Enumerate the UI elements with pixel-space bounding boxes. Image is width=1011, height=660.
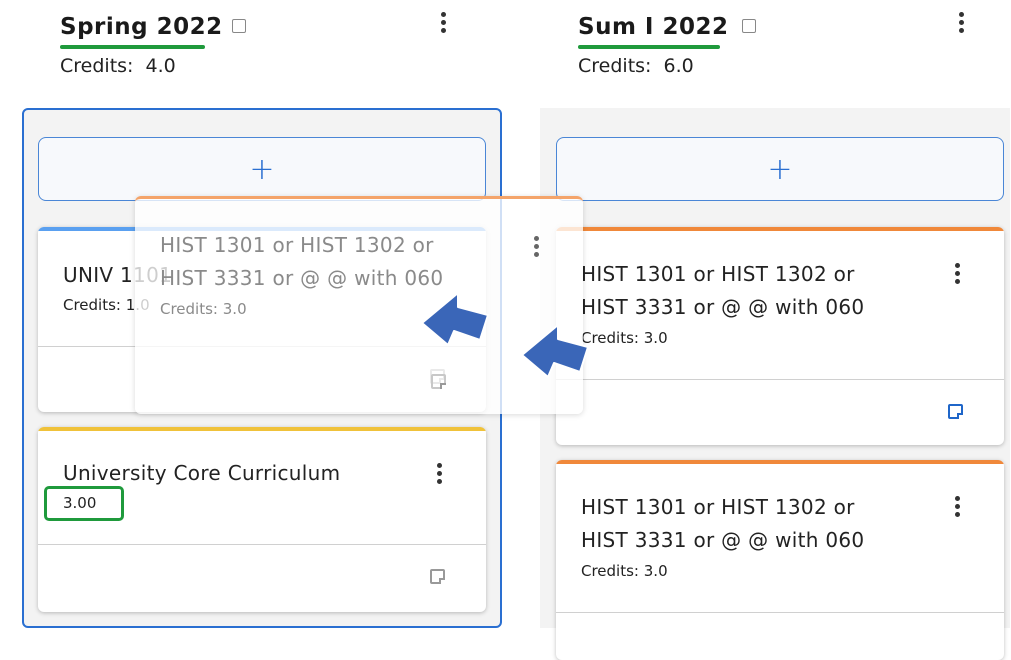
- plus-icon: +: [249, 151, 275, 187]
- card-menu-icon[interactable]: [436, 463, 442, 487]
- add-course-button[interactable]: +: [38, 137, 486, 201]
- course-title-line1: HIST 1301 or HIST 1302 or: [581, 495, 855, 519]
- course-title-line1: HIST 1301 or HIST 1302 or: [160, 233, 434, 257]
- course-credits: Credits: 3.0: [581, 562, 668, 580]
- course-title-line2: HIST 3331 or @ @ with 060: [581, 528, 865, 552]
- note-icon[interactable]: [430, 569, 445, 584]
- arrow-left-icon: [421, 292, 489, 346]
- card-accent-bar: [556, 460, 1004, 464]
- term-title-sum-i-2022: Sum I 2022: [578, 14, 729, 40]
- note-icon[interactable]: [742, 19, 756, 33]
- card-divider: [38, 544, 486, 545]
- card-accent-bar: [556, 227, 1004, 231]
- course-title-line2: HIST 3331 or @ @ with 060: [160, 266, 444, 290]
- card-divider: [556, 379, 1004, 380]
- card-menu-icon[interactable]: [954, 496, 960, 520]
- course-title-line1: HIST 1301 or HIST 1302 or: [581, 262, 855, 286]
- term-credits: Credits: 4.0: [60, 55, 176, 77]
- card-menu-icon[interactable]: [533, 236, 539, 260]
- card-accent-bar: [38, 427, 486, 431]
- arrow-left-icon: [521, 324, 589, 378]
- drag-direction-arrows: [421, 292, 589, 378]
- course-credits: Credits: 3.0: [160, 300, 247, 318]
- term-title-spring-2022: Spring 2022: [60, 14, 223, 40]
- card-menu-icon[interactable]: [954, 263, 960, 287]
- term-menu-icon[interactable]: [958, 12, 964, 36]
- note-icon[interactable]: [232, 19, 246, 33]
- course-card[interactable]: HIST 1301 or HIST 1302 or HIST 3331 or @…: [556, 460, 1004, 660]
- credits-highlight-box: [44, 486, 124, 521]
- term-credits: Credits: 6.0: [578, 55, 694, 77]
- term-title-highlight: [60, 45, 205, 49]
- add-course-button[interactable]: +: [556, 137, 1004, 201]
- plus-icon: +: [767, 151, 793, 187]
- term-menu-icon[interactable]: [440, 12, 446, 36]
- course-card[interactable]: HIST 1301 or HIST 1302 or HIST 3331 or @…: [556, 227, 1004, 445]
- card-divider: [556, 612, 1004, 613]
- term-title-highlight: [578, 45, 720, 49]
- course-title-line2: HIST 3331 or @ @ with 060: [581, 295, 865, 319]
- note-icon[interactable]: [948, 404, 963, 419]
